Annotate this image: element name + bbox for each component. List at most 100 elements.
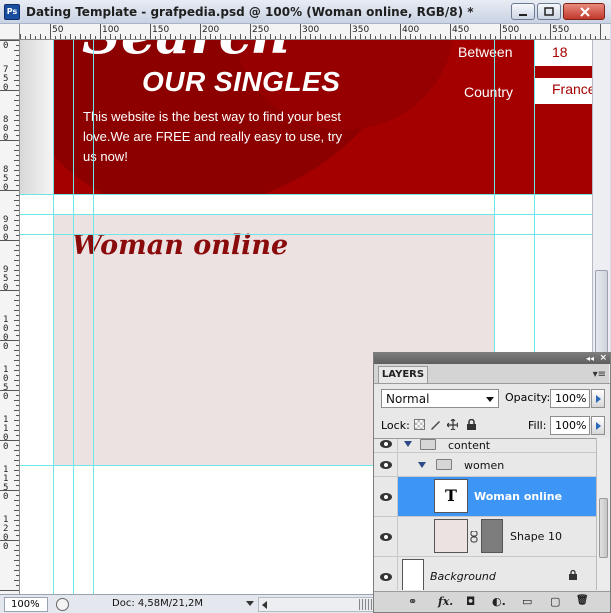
ruler-tick [205,36,206,39]
ruler-tick [16,115,19,116]
layer-row-shape-10[interactable]: Shape 10 [374,517,596,557]
ruler-tick [14,280,19,281]
ruler-tick [430,34,431,39]
ruler-tick [14,430,19,431]
ruler-tick [14,100,19,101]
ruler-tick [90,34,91,39]
layer-row-content-group[interactable]: content [374,439,596,453]
ruler-tick [540,34,541,39]
tab-layers[interactable]: LAYERS [378,366,428,383]
ruler-tick [16,365,19,366]
lock-image-pixels-icon[interactable] [430,419,441,430]
layer-row-women-group[interactable]: women [374,453,596,477]
ruler-tick [14,580,19,581]
fill-input[interactable]: 100% [550,416,590,435]
layer-list-scrollbar[interactable] [596,438,610,590]
layer-row-woman-online[interactable]: T Woman online [374,477,596,517]
ruler-tick [175,36,176,39]
layers-panel-toolbar: ⚭ fx. ◘ ◐. ▭ ▢ 🗑 [374,591,610,612]
guide-horizontal[interactable] [20,194,592,195]
panel-menu-icon[interactable]: ▾≡ [593,369,606,380]
ruler-tick [570,34,571,39]
ruler-tick [14,470,19,471]
layer-list-scroll-thumb[interactable] [599,498,608,558]
ruler-tick [16,265,19,266]
opacity-label: Opacity: [505,391,551,404]
title-bar[interactable]: Ps Dating Template - grafpedia.psd @ 100… [0,0,611,24]
ruler-tick [555,36,556,39]
ruler-tick [16,565,19,566]
ruler-tick [40,34,41,39]
maximize-button[interactable] [537,3,561,20]
ruler-tick [580,34,581,39]
ruler-tick [300,24,301,39]
ruler-tick [14,380,19,381]
ruler-origin[interactable] [0,24,20,40]
add-mask-icon[interactable]: ◘ [466,595,475,608]
opacity-input[interactable]: 100% [550,389,590,408]
lock-transparency-icon[interactable] [414,419,425,430]
ruler-tick [14,80,19,81]
restore-icon [544,7,554,16]
visibility-toggle[interactable] [374,453,398,476]
ruler-tick [16,385,19,386]
ruler-tick [50,24,51,39]
horizontal-scrollbar[interactable] [258,597,376,612]
ruler-label: 0 [3,41,9,51]
vertical-ruler[interactable]: 0 750 800 850 900 950 1000 1050 1100 1150 1200 [0,40,20,594]
close-button[interactable] [563,3,605,20]
folder-icon [436,459,452,470]
zoom-level-field[interactable]: 100% [4,597,48,612]
guide-vertical[interactable] [73,40,74,594]
guide-vertical[interactable] [53,40,54,594]
guide-horizontal[interactable] [20,234,592,235]
guide-horizontal[interactable] [20,214,592,215]
new-layer-icon[interactable]: ▢ [550,595,560,608]
panel-header-bar[interactable]: ◂◂ × [374,353,610,364]
scroll-left-icon[interactable] [262,601,267,609]
new-group-folder-icon[interactable]: ▭ [522,595,532,608]
minimize-button[interactable] [511,3,535,20]
disclosure-triangle-icon[interactable] [404,441,412,447]
ruler-tick [255,36,256,39]
ruler-tick [14,50,19,51]
ruler-tick [16,185,19,186]
ruler-tick [16,355,19,356]
horizontal-ruler[interactable]: 50 100 150 200 250 300 350 400 450 500 550 [20,24,610,40]
visibility-toggle[interactable] [374,477,398,516]
ruler-tick [370,34,371,39]
close-panel-icon[interactable]: × [599,353,607,363]
lock-all-icon[interactable] [466,419,477,430]
ruler-tick [230,34,231,39]
guide-vertical[interactable] [93,40,94,594]
visibility-toggle[interactable] [374,557,398,590]
visibility-toggle[interactable] [374,517,398,556]
fill-slider-button[interactable] [591,416,605,435]
collapse-panel-icon[interactable]: ◂◂ [586,354,594,363]
timing-icon[interactable] [56,598,69,611]
visibility-toggle[interactable] [374,439,398,452]
ruler-tick [20,34,21,39]
ruler-tick [16,75,19,76]
blend-mode-select[interactable]: Normal [381,389,499,408]
link-layers-icon[interactable]: ⚭ [408,595,417,608]
layer-row-background[interactable]: Background [374,557,596,590]
disclosure-triangle-icon[interactable] [418,462,426,468]
ruler-tick [16,455,19,456]
fx-icon[interactable]: fx. [438,595,453,608]
opacity-slider-button[interactable] [591,389,605,408]
between-label: Between [458,44,513,60]
status-menu-arrow-icon[interactable] [246,601,254,606]
adjustment-layer-icon[interactable]: ◐. [492,595,506,608]
chain-link-icon[interactable] [470,531,478,543]
trash-icon[interactable]: 🗑 [576,595,589,606]
layer-name: women [464,459,505,472]
lock-position-icon[interactable] [447,419,458,430]
banner-our-singles: OUR SINGLES [142,66,341,97]
ruler-tick [495,36,496,39]
ruler-tick [220,34,221,39]
ruler-tick [280,34,281,39]
ruler-tick [14,570,19,571]
ruler-label: 850 [3,165,9,193]
ruler-tick [14,180,19,181]
